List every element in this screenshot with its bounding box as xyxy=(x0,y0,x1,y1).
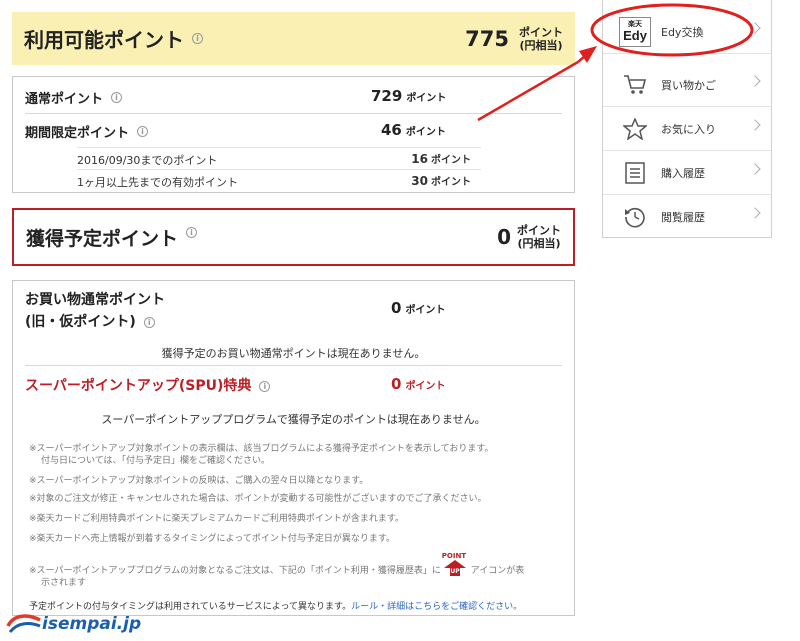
watermark-text: isempai.jp xyxy=(42,614,142,634)
info-icon[interactable]: i xyxy=(192,33,203,44)
limited-sub-row: 1ヶ月以上先までの有効ポイント 30 ポイント xyxy=(77,169,481,191)
available-points-value: 775 xyxy=(465,26,509,51)
note-up-before: ※スーパーポイントアッププログラムの対象となるご注文は、下記の「ポイント利用・獲… xyxy=(29,566,441,576)
points-unit: ポイント xyxy=(405,305,446,316)
points-breakdown-box: 通常ポイント i 729 ポイント 期間限定ポイント i 46 ポイント 2016/… xyxy=(12,76,575,193)
note: ※スーパーポイントアップ対象ポイントの表示欄は、該当プログラムによる獲得予定ポイ… xyxy=(29,444,494,454)
points-unit: ポイント xyxy=(405,381,446,392)
expected-points-header: 獲得予定ポイント i 0 ポイント (円相当) xyxy=(12,208,575,266)
points-unit: ポイント xyxy=(431,177,471,188)
sub-row-value: 16 ポイント xyxy=(411,151,471,166)
divider xyxy=(25,365,562,366)
chevron-right-icon xyxy=(749,75,761,87)
info-icon[interactable]: i xyxy=(186,226,198,238)
expected-points-value: 0 xyxy=(497,225,511,249)
menu-item-cart[interactable]: 買い物かご xyxy=(603,63,771,107)
menu-item-browse-history[interactable]: 閲覧履歴 xyxy=(603,195,771,239)
sub-row-label: 1ヶ月以上先までの有効ポイント xyxy=(77,176,238,189)
normal-points-label: 通常ポイント xyxy=(25,92,104,107)
divider xyxy=(25,113,562,114)
menu-item-favorites[interactable]: お気に入り xyxy=(603,107,771,151)
expected-points-title: 獲得予定ポイント xyxy=(26,227,179,250)
normal-points-value: 729 ポイント xyxy=(371,87,446,105)
expected-points-unit: ポイント (円相当) xyxy=(517,224,561,250)
note: ※楽天カードへ売上情報が到着するタイミングによってポイント付与予定日が異なります… xyxy=(29,534,395,544)
normal-points-row: 通常ポイント i xyxy=(25,88,123,107)
unit-line1: ポイント xyxy=(519,25,563,39)
shop-title-line1: お買い物通常ポイント xyxy=(25,292,165,308)
sub-row-number: 30 xyxy=(411,174,428,188)
menu-item-edy[interactable]: 楽天 Edy Edy交換 xyxy=(603,10,771,54)
edy-logo: 楽天 Edy xyxy=(619,16,651,47)
points-unit: ポイント xyxy=(431,155,471,166)
menu-item-label: 買い物かご xyxy=(661,78,716,92)
note: ※楽天カードご利用特典ポイントに楽天プレミアムカードご利用特典ポイントが含まれま… xyxy=(29,514,405,524)
watermark: isempai.jp xyxy=(6,612,156,638)
note: ※スーパーポイントアップ対象ポイントの反映は、ご購入の翌々日以降となります。 xyxy=(29,476,369,486)
up-arrow-icon: UP xyxy=(443,559,466,576)
sub-row-label: 2016/09/30までのポイント xyxy=(77,154,218,167)
menu-item-label: 閲覧履歴 xyxy=(661,211,705,224)
shop-title-line2: (旧・仮ポイント) xyxy=(25,314,136,330)
unit-line1: ポイント xyxy=(517,224,561,237)
point-up-badge: POINT UP xyxy=(442,552,468,576)
note-up-after: アイコンが表 xyxy=(470,566,525,576)
limited-points-number: 46 xyxy=(381,121,402,139)
available-points-title: 利用可能ポイント xyxy=(24,28,184,52)
spu-points-value: 0 ポイント xyxy=(391,375,445,393)
edy-logo-icon: 楽天 Edy xyxy=(617,16,653,47)
menu-item-label: Edy交換 xyxy=(661,25,704,39)
unit-line2: (円相当) xyxy=(519,38,563,52)
limited-points-value: 46 ポイント xyxy=(381,121,446,139)
shop-points-message: 獲得予定のお買い物通常ポイントは現在ありません。 xyxy=(161,347,426,360)
spu-points-number: 0 xyxy=(391,375,402,393)
up-badge-label: UP xyxy=(450,568,460,575)
spu-title: スーパーポイントアップ(SPU)特典 i xyxy=(25,375,271,395)
watermark-logo-icon xyxy=(6,614,41,634)
info-icon[interactable]: i xyxy=(259,380,271,392)
list-icon xyxy=(617,161,653,185)
history-icon xyxy=(617,205,653,229)
menu-item-label: 購入履歴 xyxy=(661,166,705,180)
shop-points-number: 0 xyxy=(391,299,402,317)
star-icon xyxy=(617,117,653,140)
details-link[interactable]: こちらをご確認ください。 xyxy=(414,602,522,612)
chevron-right-icon xyxy=(749,207,761,219)
chevron-right-icon xyxy=(749,119,761,131)
note-up-icon: ※スーパーポイントアッププログラムの対象となるご注文は、下記の「ポイント利用・獲… xyxy=(29,552,525,577)
menu-item-label: お気に入り xyxy=(661,122,716,136)
note: 示されます xyxy=(41,578,87,588)
info-icon[interactable]: i xyxy=(111,92,123,103)
sub-row-number: 16 xyxy=(411,152,428,166)
spu-message: スーパーポイントアッププログラムで獲得予定のポイントは現在ありません。 xyxy=(101,413,486,426)
points-unit: ポイント xyxy=(405,127,446,138)
expected-detail-box: お買い物通常ポイント (旧・仮ポイント) i 0 ポイント 獲得予定のお買い物通常ポ… xyxy=(12,280,575,616)
timing-note: 予定ポイントの付与タイミングは利用されているサービスによって異なります。ルール・… xyxy=(29,599,522,612)
shop-points-title: お買い物通常ポイント (旧・仮ポイント) i xyxy=(25,289,165,333)
timing-text: 予定ポイントの付与タイミングは利用されているサービスによって異なります。 xyxy=(29,602,352,612)
menu-item-purchase-history[interactable]: 購入履歴 xyxy=(603,151,771,195)
sub-row-value: 30 ポイント xyxy=(411,173,471,188)
available-points-header: 利用可能ポイント i 775 ポイント (円相当) xyxy=(12,12,575,65)
chevron-right-icon xyxy=(749,163,761,175)
points-unit: ポイント xyxy=(406,93,447,104)
info-icon[interactable]: i xyxy=(137,126,149,137)
limited-points-label: 期間限定ポイント xyxy=(25,126,130,141)
side-menu: 楽天 Edy Edy交換 買い物かご お気に入り 購入履歴 閲覧履歴 xyxy=(602,0,772,238)
unit-line2: (円相当) xyxy=(517,237,561,250)
limited-sub-row: 2016/09/30までのポイント 16 ポイント xyxy=(77,147,481,169)
note: ※対象のご注文が修正・キャンセルされた場合は、ポイントが変動する可能性がございま… xyxy=(29,494,487,504)
edy-logo-bottom: Edy xyxy=(623,27,647,43)
cart-icon xyxy=(617,74,653,96)
rules-link[interactable]: ルール・詳細は xyxy=(351,602,414,612)
note: 付与日については、「付与予定日」欄をご確認ください。 xyxy=(41,456,271,466)
normal-points-number: 729 xyxy=(371,87,403,105)
annotation-arrowhead xyxy=(579,46,597,63)
shop-points-value: 0 ポイント xyxy=(391,299,445,317)
chevron-right-icon xyxy=(749,22,761,34)
available-points-unit: ポイント (円相当) xyxy=(519,26,563,52)
spu-title-text: スーパーポイントアップ(SPU)特典 xyxy=(25,378,252,394)
limited-points-row: 期間限定ポイント i xyxy=(25,122,149,141)
info-icon[interactable]: i xyxy=(143,316,155,328)
